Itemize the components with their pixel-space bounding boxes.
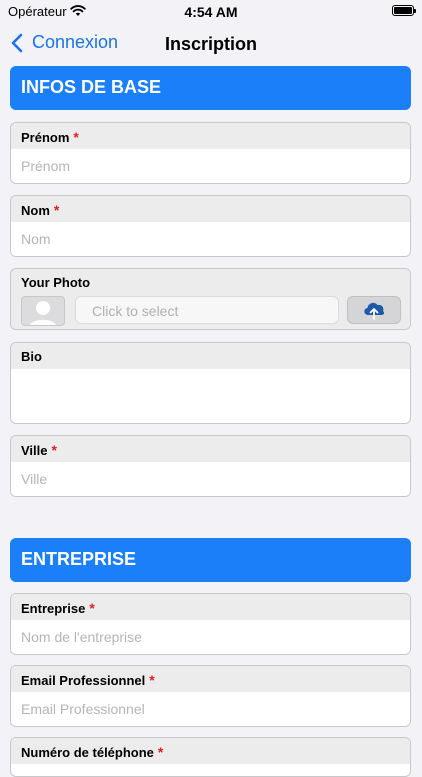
required-mark: * <box>157 744 164 760</box>
field-ville: Ville * <box>10 435 411 497</box>
photo-select-field[interactable]: Click to select <box>75 296 339 324</box>
label-text-prenom: Prénom <box>21 130 70 145</box>
field-entreprise: Entreprise * <box>10 593 411 655</box>
field-label-telephone: Numéro de téléphone * <box>11 738 410 764</box>
label-text-ville: Ville <box>21 443 48 458</box>
required-mark: * <box>53 202 60 218</box>
field-bio: Bio <box>10 342 411 424</box>
label-text-nom: Nom <box>21 203 50 218</box>
nom-input[interactable] <box>11 222 410 256</box>
cloud-upload-icon <box>364 302 385 320</box>
status-bar: Opérateur 4:54 AM <box>0 0 422 24</box>
field-label-bio: Bio <box>11 343 410 369</box>
required-mark: * <box>89 600 95 616</box>
field-telephone: Numéro de téléphone * <box>10 737 411 777</box>
field-email-pro: Email Professionnel * <box>10 665 411 727</box>
battery-icon <box>392 5 416 16</box>
field-label-prenom: Prénom * <box>11 123 410 149</box>
field-label-email-pro: Email Professionnel * <box>11 666 410 692</box>
label-text-email-pro: Email Professionnel <box>21 673 146 688</box>
required-mark: * <box>51 442 57 458</box>
field-label-nom: Nom * <box>11 196 410 222</box>
field-label-photo: Your Photo <box>11 269 410 295</box>
upload-button[interactable] <box>347 296 401 324</box>
person-placeholder-icon <box>21 296 65 326</box>
email-pro-input[interactable] <box>11 692 410 726</box>
page-title: Inscription <box>164 34 257 54</box>
entreprise-input[interactable] <box>11 620 410 654</box>
ville-input[interactable] <box>11 462 410 496</box>
navigation-bar: Connexion Inscription <box>0 26 422 62</box>
label-text-bio: Bio <box>21 349 42 364</box>
label-text-entreprise: Entreprise <box>21 601 86 616</box>
required-mark: * <box>73 129 79 145</box>
field-label-ville: Ville * <box>11 436 410 462</box>
label-text-telephone: Numéro de téléphone <box>21 745 154 760</box>
status-time: 4:54 AM <box>184 4 238 20</box>
field-prenom: Prénom * <box>10 122 411 184</box>
prenom-input[interactable] <box>11 149 410 183</box>
label-text-photo: Your Photo <box>21 275 91 290</box>
bio-textarea[interactable] <box>11 369 410 423</box>
field-nom: Nom * <box>10 195 411 257</box>
photo-picker-row: Click to select <box>11 295 410 329</box>
field-photo: Your Photo Click to select <box>10 268 411 330</box>
required-mark: * <box>149 672 155 688</box>
section-header-basic-info: INFOS DE BASE <box>10 66 411 110</box>
field-label-entreprise: Entreprise * <box>11 594 410 620</box>
section-header-company: ENTREPRISE <box>10 538 411 582</box>
